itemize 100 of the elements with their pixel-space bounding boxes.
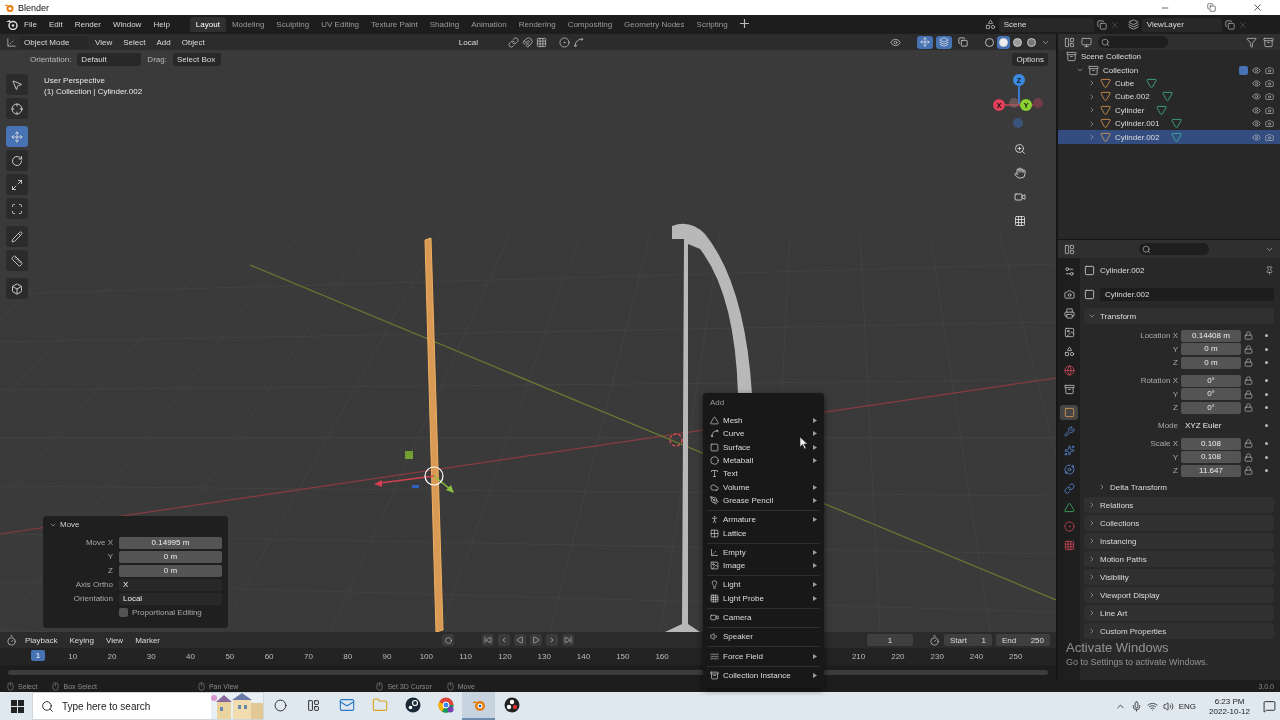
number-field[interactable]: 0.108 <box>1181 437 1241 450</box>
menu-item[interactable]: Collection Instance <box>723 670 809 680</box>
menu-item[interactable]: Empty <box>723 547 809 557</box>
search-field[interactable]: Type here to search <box>32 692 264 720</box>
subpanel-header[interactable]: Delta Transform <box>1084 479 1274 495</box>
menu-item[interactable]: Light Probe <box>723 593 809 603</box>
menu-item[interactable]: View <box>101 635 128 645</box>
start-frame-field[interactable]: Start 1 <box>944 634 992 646</box>
panel-title: Collections <box>1100 518 1140 528</box>
menu-item[interactable]: Curve <box>723 429 809 439</box>
panel-header[interactable]: Viewport Display <box>1084 587 1274 603</box>
workspace-tab[interactable]: Geometry Nodes <box>618 17 691 32</box>
workspace-tab[interactable]: Shading <box>423 17 466 32</box>
workspace-tab[interactable]: Rendering <box>512 17 562 32</box>
menu-item[interactable]: Object <box>177 37 209 47</box>
menu-item[interactable]: Surface <box>723 442 809 452</box>
panel-header[interactable]: Motion Paths <box>1084 551 1274 567</box>
view-layer-field[interactable]: ViewLayer <box>1141 17 1222 32</box>
menu-item[interactable]: File <box>18 18 43 31</box>
field-label: Drag: <box>147 54 167 64</box>
field-label: Rotation X <box>1139 376 1178 385</box>
menu-item[interactable]: Volume <box>723 482 809 492</box>
mode-dropdown[interactable]: Object Mode <box>20 35 88 49</box>
menu-item[interactable]: Armature <box>723 515 809 525</box>
workspace-tab[interactable]: Layout <box>189 17 226 32</box>
tree-item[interactable]: Cylinder.002 <box>1058 130 1280 144</box>
current-frame-field[interactable]: 1 <box>867 634 913 646</box>
number-field[interactable]: 0 m <box>119 564 222 577</box>
end-frame-field[interactable]: End 250 <box>996 634 1050 646</box>
number-field[interactable]: 0 m <box>119 550 222 563</box>
field-label: Z <box>1172 358 1178 367</box>
number-field[interactable]: 0° <box>1181 388 1241 400</box>
workspace-tab[interactable]: UV Editing <box>315 17 366 32</box>
menu-item[interactable]: Help <box>147 18 176 31</box>
panel-header[interactable]: Line Art <box>1084 605 1274 621</box>
tree-item[interactable]: Cylinder <box>1058 103 1280 117</box>
number-field[interactable]: 0 m <box>1181 356 1241 369</box>
menu-item[interactable]: View <box>91 37 117 47</box>
tree-item[interactable]: Cube.002 <box>1058 90 1280 104</box>
name-field[interactable]: Cylinder.002 <box>1100 287 1274 301</box>
activation-text: Go to Settings to activate Windows. <box>1066 657 1209 667</box>
menu-item[interactable]: Edit <box>42 18 69 31</box>
menu-item[interactable]: Camera <box>723 613 817 622</box>
workspace-tab[interactable]: Compositing <box>561 17 619 32</box>
menu-item[interactable]: Marker <box>131 635 165 645</box>
menu-item[interactable]: Metaball <box>723 456 809 466</box>
menu-item[interactable]: Image <box>723 561 809 571</box>
menu-item[interactable]: Playback <box>21 635 62 645</box>
panel-header[interactable]: Custom Properties <box>1084 623 1274 639</box>
axis-dropdown[interactable]: X <box>119 578 222 591</box>
clock-date[interactable]: 2022-10-12 <box>1209 706 1250 716</box>
number-field[interactable]: 0.14408 m <box>1181 329 1241 342</box>
menu-item[interactable]: Render <box>68 18 107 31</box>
panel-header[interactable]: Transform <box>1084 308 1274 324</box>
drag-dropdown[interactable]: Select Box <box>172 52 221 66</box>
orientation-dropdown[interactable]: Local <box>119 592 222 605</box>
workspace-tab[interactable]: Texture Paint <box>365 17 424 32</box>
panel-header[interactable]: Collections <box>1084 515 1274 531</box>
menu-item[interactable]: Text <box>723 469 817 479</box>
menu-item[interactable]: Force Field <box>723 651 809 661</box>
scene-field[interactable]: Scene <box>998 17 1094 32</box>
clock-time[interactable]: 6:23 PM <box>1214 696 1245 706</box>
panel-header[interactable]: Relations <box>1084 497 1274 513</box>
panel-header[interactable]: Visibility <box>1084 569 1274 585</box>
menu-item[interactable]: Lattice <box>723 528 817 538</box>
workspace-tab[interactable]: Scripting <box>690 17 734 32</box>
field-label: Z <box>107 566 113 575</box>
number-field[interactable]: 0° <box>1181 374 1241 387</box>
number-field[interactable]: 0.108 <box>1181 451 1241 463</box>
tree-item[interactable]: Cylinder.001 <box>1058 116 1280 131</box>
menu-item[interactable]: Grease Pencil <box>723 495 809 505</box>
menu-item[interactable]: Keying <box>65 635 98 645</box>
frame-number: 120 <box>497 652 513 661</box>
frame-number: 40 <box>185 652 196 661</box>
number-field[interactable]: 0° <box>1181 401 1241 414</box>
field-label: Scale X <box>1149 439 1178 448</box>
tree-item[interactable]: Collection <box>1103 65 1139 75</box>
menu-item[interactable]: Window <box>106 18 148 31</box>
menu-item[interactable]: Add <box>152 37 175 47</box>
number-field[interactable]: 0 m <box>1181 343 1241 355</box>
workspace-tab[interactable]: Sculpting <box>270 17 316 32</box>
panel-title[interactable]: Move <box>60 520 80 529</box>
menu-item[interactable]: Light <box>723 580 809 590</box>
workspace-tab[interactable]: Modeling <box>225 17 271 32</box>
menu-item[interactable]: Mesh <box>723 416 809 426</box>
checkbox-label: Proportional Editing <box>132 608 202 617</box>
options-button[interactable]: Options <box>1012 52 1048 66</box>
menu-item[interactable]: Speaker <box>723 632 817 642</box>
playhead[interactable]: 1 <box>31 650 45 661</box>
workspace-tab[interactable]: Animation <box>465 17 513 32</box>
panel-header[interactable]: Instancing <box>1084 533 1274 549</box>
tree-item[interactable]: Scene Collection <box>1081 52 1142 62</box>
orientation-dropdown[interactable]: Default <box>77 52 142 66</box>
number-field[interactable]: 11.647 <box>1181 464 1241 477</box>
tree-item[interactable]: Cube <box>1058 76 1280 91</box>
panel-title: Transform <box>1100 311 1137 321</box>
frame-number: 10 <box>67 652 79 661</box>
menu-item[interactable]: Select <box>119 37 150 47</box>
language-indicator[interactable]: ENG <box>1178 701 1197 711</box>
number-field[interactable]: 0.14995 m <box>119 536 222 549</box>
